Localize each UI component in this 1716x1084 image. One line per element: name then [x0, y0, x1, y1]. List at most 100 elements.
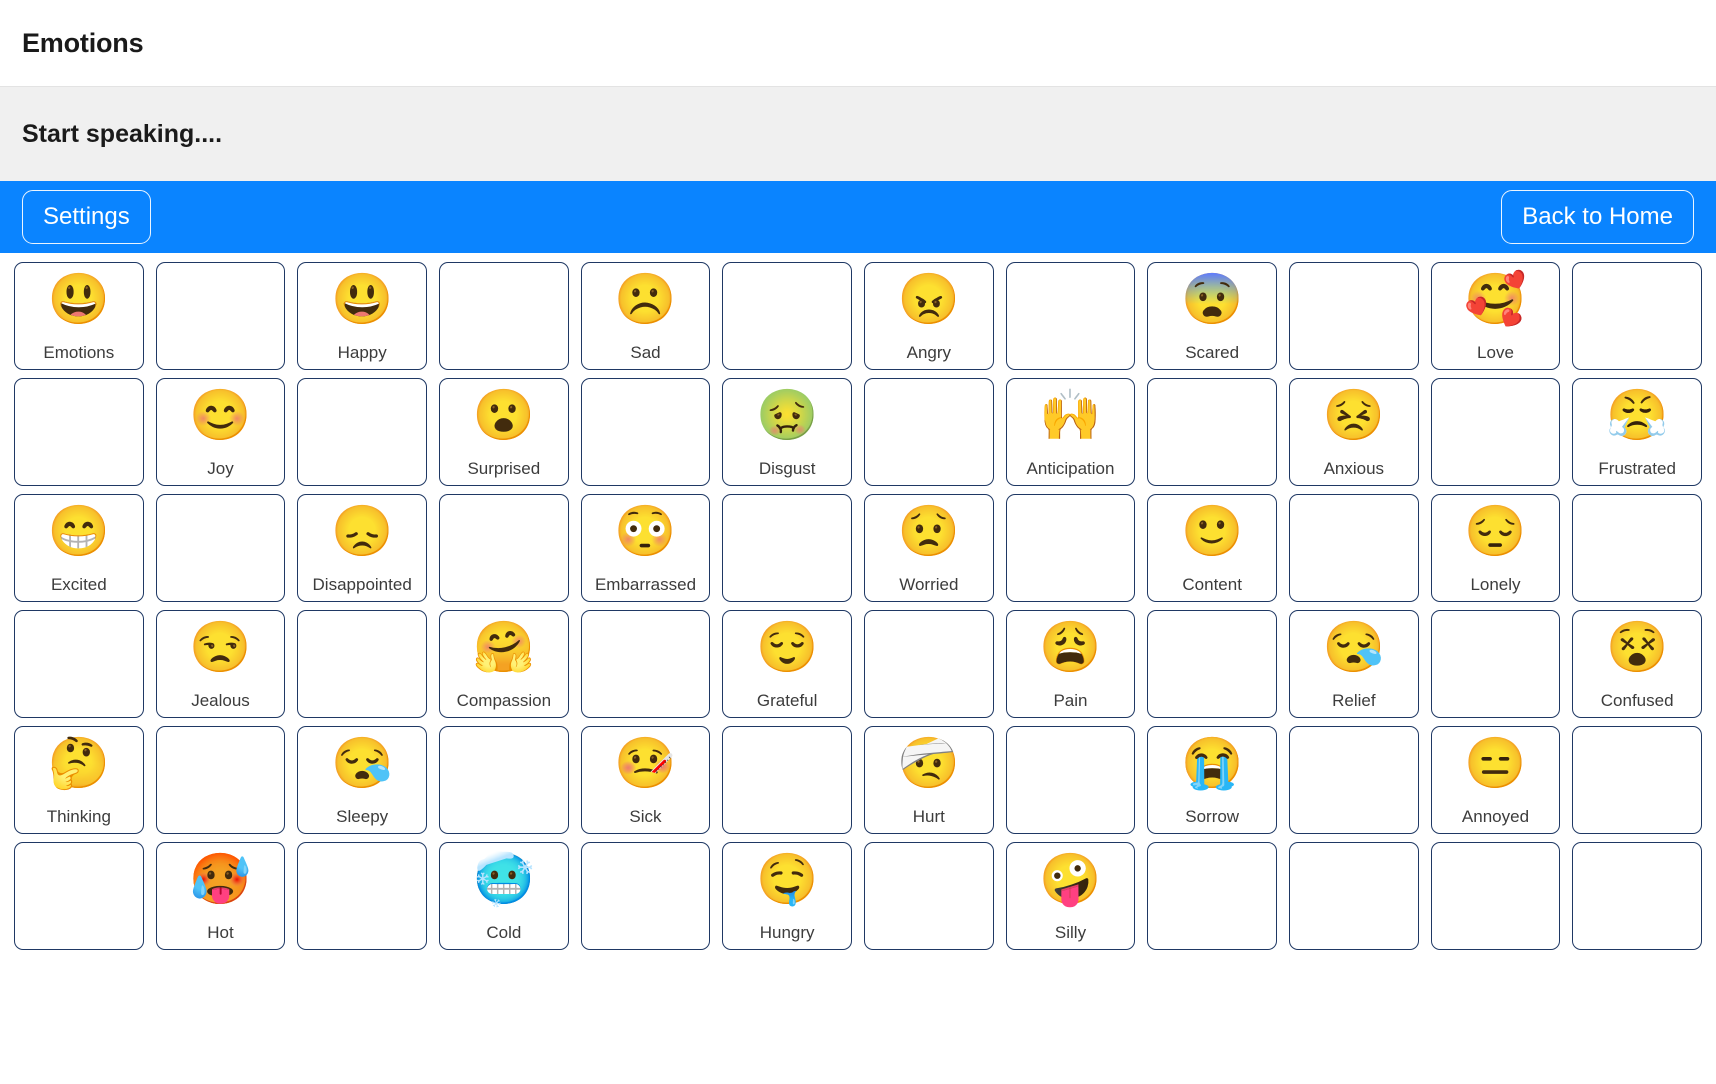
emotion-cell-sleepy[interactable]: 😪 Sleepy: [297, 726, 427, 834]
emotion-cell-empty[interactable]: [1147, 378, 1277, 486]
emotion-cell-hurt[interactable]: 🤕 Hurt: [864, 726, 994, 834]
emotion-cell-hot[interactable]: 🥵 Hot: [155, 842, 286, 950]
emotion-cell-emotions[interactable]: 😃 Emotions: [14, 262, 144, 370]
emotion-cell-empty[interactable]: [297, 378, 427, 486]
emotion-cell-empty[interactable]: [722, 726, 852, 834]
emotion-label: Grateful: [756, 691, 818, 710]
emotion-cell-empty[interactable]: [1005, 726, 1136, 834]
emotion-cell-frustrated[interactable]: 😤 Frustrated: [1572, 378, 1702, 486]
emotion-cell-angry[interactable]: 😠 Angry: [864, 262, 994, 370]
emotion-cell-confused[interactable]: 😵 Confused: [1572, 610, 1702, 718]
emotion-cell-empty[interactable]: [580, 842, 711, 950]
emotion-icon: 😒: [189, 619, 252, 675]
emotion-label: Sick: [629, 807, 662, 826]
emotion-cell-lonely[interactable]: 😔 Lonely: [1430, 494, 1561, 602]
emotion-cell-sick[interactable]: 🤒 Sick: [580, 726, 711, 834]
emotion-icon: 🤗: [472, 619, 535, 675]
emotion-cell-empty[interactable]: [14, 378, 144, 486]
title-bar: Emotions: [0, 0, 1716, 87]
emotion-label: Disgust: [758, 459, 816, 478]
emotion-cell-silly[interactable]: 🤪 Silly: [1005, 842, 1136, 950]
emotion-label: Annoyed: [1461, 807, 1530, 826]
emotion-icon: 🤔: [47, 735, 110, 791]
emotion-cell-empty[interactable]: [14, 842, 144, 950]
emotion-cell-empty[interactable]: [155, 262, 286, 370]
emotion-cell-empty[interactable]: [155, 726, 286, 834]
emotion-cell-empty[interactable]: [439, 494, 569, 602]
emotion-label: Disappointed: [312, 575, 412, 594]
emotion-cell-empty[interactable]: [580, 610, 711, 718]
emotion-cell-empty[interactable]: [1430, 610, 1561, 718]
emotion-cell-scared[interactable]: 😨 Scared: [1147, 262, 1277, 370]
emotion-cell-relief[interactable]: 😪 Relief: [1289, 610, 1419, 718]
settings-button[interactable]: Settings: [22, 190, 151, 244]
emotion-cell-disgust[interactable]: 🤢 Disgust: [722, 378, 852, 486]
emotion-cell-embarrassed[interactable]: 😳 Embarrassed: [580, 494, 711, 602]
back-to-home-button[interactable]: Back to Home: [1501, 190, 1694, 244]
emotion-cell-empty[interactable]: [439, 726, 569, 834]
emotion-icon: 😃: [331, 271, 394, 327]
emotion-cell-empty[interactable]: [864, 842, 994, 950]
emotion-cell-love[interactable]: 🥰 Love: [1430, 262, 1561, 370]
emotion-icon: 😑: [1464, 735, 1527, 791]
emotion-cell-empty[interactable]: [1289, 494, 1419, 602]
emotion-cell-sad[interactable]: ☹️ Sad: [580, 262, 711, 370]
emotion-cell-empty[interactable]: [439, 262, 569, 370]
emotion-cell-empty[interactable]: [864, 610, 994, 718]
emotion-icon: 😵: [1606, 619, 1669, 675]
emotion-cell-empty[interactable]: [1289, 262, 1419, 370]
emotion-cell-compassion[interactable]: 🤗 Compassion: [439, 610, 569, 718]
emotion-icon: 🤕: [897, 735, 960, 791]
emotion-label: Silly: [1054, 923, 1087, 942]
emotion-cell-surprised[interactable]: 😮 Surprised: [439, 378, 569, 486]
emotion-label: Angry: [906, 343, 952, 362]
emotion-cell-grateful[interactable]: 😌 Grateful: [722, 610, 852, 718]
emotion-icon: 😁: [47, 503, 110, 559]
emotion-cell-empty[interactable]: [1289, 726, 1419, 834]
emotion-board: 😃 Emotions 😃 Happy ☹️ Sad 😠 Angry 😨 Scared 🥰 Love 😊 J…: [0, 253, 1716, 1084]
emotion-cell-annoyed[interactable]: 😑 Annoyed: [1430, 726, 1561, 834]
emotion-cell-worried[interactable]: 😟 Worried: [864, 494, 994, 602]
emotion-cell-excited[interactable]: 😁 Excited: [14, 494, 144, 602]
emotion-cell-empty[interactable]: [1572, 262, 1702, 370]
emotion-icon: 😔: [1464, 503, 1527, 559]
emotion-cell-sorrow[interactable]: 😭 Sorrow: [1147, 726, 1277, 834]
emotion-cell-thinking[interactable]: 🤔 Thinking: [14, 726, 144, 834]
emotion-cell-empty[interactable]: [297, 610, 427, 718]
emotion-cell-empty[interactable]: [1147, 610, 1277, 718]
emotion-cell-cold[interactable]: 🥶 Cold: [439, 842, 569, 950]
emotion-cell-empty[interactable]: [1005, 262, 1136, 370]
emotion-icon: 🤤: [756, 851, 819, 907]
emotion-cell-empty[interactable]: [1572, 842, 1702, 950]
emotion-label: Anticipation: [1026, 459, 1115, 478]
emotion-cell-empty[interactable]: [864, 378, 994, 486]
emotion-label: Scared: [1185, 343, 1240, 362]
emotion-label: Love: [1477, 343, 1514, 362]
emotion-cell-empty[interactable]: [722, 494, 852, 602]
emotion-cell-anxious[interactable]: 😣 Anxious: [1289, 378, 1419, 486]
emotion-cell-anticipation[interactable]: 🙌 Anticipation: [1005, 378, 1136, 486]
app-window: Emotions Start speaking.... Settings Bac…: [0, 0, 1716, 1084]
emotion-label: Worried: [899, 575, 959, 594]
emotion-cell-pain[interactable]: 😩 Pain: [1005, 610, 1136, 718]
emotion-icon: 🥵: [189, 851, 252, 907]
emotion-cell-empty[interactable]: [722, 262, 852, 370]
emotion-cell-hungry[interactable]: 🤤 Hungry: [722, 842, 852, 950]
emotion-cell-empty[interactable]: [14, 610, 144, 718]
emotion-cell-disappointed[interactable]: 😞 Disappointed: [297, 494, 427, 602]
emotion-label: Embarrassed: [594, 575, 697, 594]
emotion-cell-empty[interactable]: [1430, 842, 1561, 950]
emotion-cell-empty[interactable]: [1572, 494, 1702, 602]
emotion-cell-jealous[interactable]: 😒 Jealous: [155, 610, 286, 718]
emotion-cell-empty[interactable]: [155, 494, 286, 602]
emotion-cell-empty[interactable]: [297, 842, 427, 950]
emotion-cell-empty[interactable]: [1572, 726, 1702, 834]
emotion-cell-empty[interactable]: [1289, 842, 1419, 950]
emotion-cell-content[interactable]: 🙂 Content: [1147, 494, 1277, 602]
emotion-cell-happy[interactable]: 😃 Happy: [297, 262, 427, 370]
emotion-cell-empty[interactable]: [1005, 494, 1136, 602]
emotion-cell-empty[interactable]: [1147, 842, 1277, 950]
emotion-cell-joy[interactable]: 😊 Joy: [155, 378, 286, 486]
emotion-cell-empty[interactable]: [580, 378, 711, 486]
emotion-cell-empty[interactable]: [1430, 378, 1561, 486]
